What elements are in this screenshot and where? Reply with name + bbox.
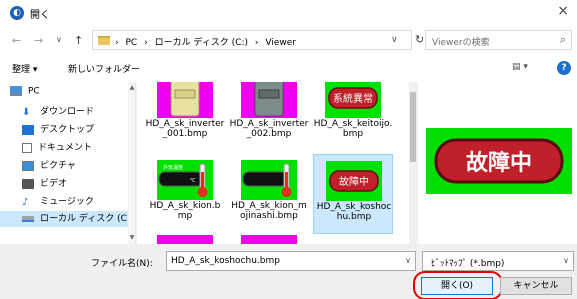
pc-icon — [10, 86, 22, 96]
file-type-select[interactable]: ﾋﾞｯﾄﾏｯﾌﾟ (*.bmp) ∨ — [422, 251, 574, 271]
badge-text: 系統異常 — [333, 92, 373, 105]
breadcrumb: › PC › ローカル ディスク (C:) › Viewer — [115, 35, 300, 48]
window-title: 開く — [30, 10, 50, 21]
search-placeholder: Viewerの検索 — [432, 38, 490, 48]
folder-icon — [98, 36, 110, 45]
videos-icon — [22, 178, 34, 189]
sidebar-item-pc[interactable]: PC — [10, 86, 40, 102]
cancel-button[interactable]: キャンセル — [500, 277, 572, 295]
file-thumbnail-partial[interactable] — [157, 235, 213, 244]
new-folder-button[interactable]: 新しいフォルダー — [68, 62, 140, 75]
help-icon[interactable]: ? — [557, 61, 571, 75]
sidebar-item-label: ビデオ — [40, 179, 68, 189]
sidebar-item-desktop[interactable]: デスクトップ — [22, 122, 94, 138]
filename-field[interactable]: HD_A_sk_koshochu.bmp ∨ — [166, 251, 416, 271]
sidebar-item-music[interactable]: ♪ ミュージック — [22, 194, 94, 210]
preview-pane: 故障中 — [418, 82, 577, 244]
file-type-value: ﾋﾞｯﾄﾏｯﾌﾟ (*.bmp) — [431, 259, 505, 269]
file-list-scrollbar[interactable] — [409, 82, 417, 244]
file-item-inverter-002[interactable]: HD_A_sk_inverter _002.bmp — [229, 82, 309, 152]
close-button[interactable]: × — [557, 3, 569, 19]
desktop-icon — [22, 124, 34, 135]
sidebar-item-label: ミュージック — [40, 197, 94, 207]
command-bar: 整理 ▾ 新しいフォルダー ▤ ▾ ? — [0, 54, 577, 82]
breadcrumb-pc[interactable]: PC — [125, 38, 137, 48]
file-name: HD_A_sk_inverter _002.bmp — [229, 119, 309, 139]
alarm-badge-thumbnail: 系統異常 — [325, 82, 381, 118]
filename-value[interactable]: HD_A_sk_koshochu.bmp — [171, 256, 280, 266]
open-button[interactable]: 開く(O) — [421, 277, 493, 295]
sidebar-item-label: ダウンロード — [40, 107, 95, 117]
search-input[interactable]: Viewerの検索 ⌕ — [425, 30, 572, 50]
thermo-label: 外気温度 — [163, 164, 183, 171]
file-item-koshochu[interactable]: 故障中 HD_A_sk_koshoc hu.bmp — [313, 154, 393, 234]
breadcrumb-viewer[interactable]: Viewer — [265, 38, 296, 48]
sidebar-item-documents[interactable]: ドキュメント — [22, 140, 92, 156]
search-icon: ⌕ — [559, 33, 566, 46]
file-list: HD_A_sk_inverter _001.bmp HD_A_sk_invert… — [137, 82, 409, 244]
sidebar-item-label: デスクトップ — [40, 125, 95, 135]
recent-dropdown[interactable]: ∨ — [56, 35, 62, 44]
file-item-keitoijo[interactable]: 系統異常 HD_A_sk_keitoijo. bmp — [313, 82, 393, 152]
back-button[interactable]: ← — [12, 34, 21, 47]
dialog-footer: ファイル名(N): HD_A_sk_koshochu.bmp ∨ ﾋﾞｯﾄﾏｯﾌ… — [0, 244, 577, 299]
navigation-bar: ← → ∨ ↑ › PC › ローカル ディスク (C:) › Viewer ∨… — [0, 26, 577, 54]
chevron-down-icon[interactable]: ∨ — [405, 256, 411, 265]
refresh-icon[interactable]: ↻ — [415, 33, 424, 46]
sidebar-scrollbar[interactable]: ▲ ▼ — [128, 82, 135, 244]
thermometer-thumbnail — [241, 160, 297, 200]
thermo-unit: ℃ — [190, 178, 196, 184]
view-options-button[interactable]: ▤ ▾ — [512, 62, 528, 72]
badge-text: 故障中 — [339, 175, 369, 188]
sidebar-item-label: ピクチャ — [40, 161, 76, 171]
address-bar[interactable]: › PC › ローカル ディスク (C:) › Viewer ∨ — [92, 30, 412, 50]
file-item-kion[interactable]: 外気温度 ℃ HD_A_sk_kion.b mp — [145, 154, 225, 234]
breadcrumb-separator: › — [144, 38, 148, 48]
sidebar-item-pictures[interactable]: ピクチャ — [22, 158, 76, 174]
documents-icon — [22, 142, 32, 153]
address-dropdown-icon[interactable]: ∨ — [391, 35, 398, 45]
file-item-kion-mojinashi[interactable]: HD_A_sk_kion_m ojinashi.bmp — [229, 154, 309, 234]
scroll-up-icon[interactable]: ▲ — [128, 84, 135, 91]
sidebar-item-label: PC — [28, 86, 40, 97]
drive-icon — [22, 215, 34, 222]
sidebar-item-videos[interactable]: ビデオ — [22, 176, 67, 192]
sidebar-item-label: ドキュメント — [38, 143, 93, 153]
file-name: HD_A_sk_kion.b mp — [149, 201, 221, 221]
breadcrumb-separator: › — [254, 38, 259, 48]
forward-button[interactable]: → — [34, 34, 43, 47]
file-name: HD_A_sk_kion_m ojinashi.bmp — [231, 201, 307, 221]
title-bar: ◐ 開く × — [0, 0, 577, 26]
alarm-badge-thumbnail: 故障中 — [326, 161, 382, 201]
download-icon: ⬇ — [22, 106, 31, 118]
file-name: HD_A_sk_keitoijo. bmp — [313, 119, 393, 139]
sidebar-item-downloads[interactable]: ⬇ ダウンロード — [22, 104, 94, 120]
file-name: HD_A_sk_koshoc hu.bmp — [316, 202, 392, 222]
inverter-thumbnail — [241, 82, 297, 118]
file-item-inverter-001[interactable]: HD_A_sk_inverter _001.bmp — [145, 82, 225, 152]
up-button[interactable]: ↑ — [74, 34, 83, 47]
preview-text: 故障中 — [466, 150, 532, 176]
sidebar-item-label: ローカル ディスク (C — [40, 214, 127, 224]
navigation-pane: PC ⬇ ダウンロード デスクトップ ドキュメント ピクチャ ビデオ ♪ ミュージッ… — [0, 82, 136, 244]
filename-label: ファイル名(N): — [91, 259, 153, 269]
breadcrumb-separator: › — [115, 38, 119, 48]
inverter-thumbnail — [157, 82, 213, 118]
file-name: HD_A_sk_inverter _001.bmp — [145, 119, 225, 139]
music-icon: ♪ — [22, 196, 29, 208]
scroll-thumb[interactable] — [410, 92, 416, 162]
scroll-down-icon[interactable]: ▼ — [128, 234, 135, 241]
breadcrumb-local-disk[interactable]: ローカル ディスク (C:) — [155, 38, 248, 48]
thermometer-thumbnail: 外気温度 ℃ — [157, 160, 213, 200]
pictures-icon — [22, 160, 34, 171]
chevron-down-icon[interactable]: ∨ — [563, 256, 569, 265]
preview-image: 故障中 — [426, 128, 572, 194]
organize-button[interactable]: 整理 ▾ — [12, 62, 37, 75]
sidebar-item-local-disk[interactable]: ローカル ディスク (C — [0, 211, 128, 227]
file-thumbnail-partial[interactable] — [241, 235, 297, 244]
app-icon: ◐ — [10, 6, 24, 20]
